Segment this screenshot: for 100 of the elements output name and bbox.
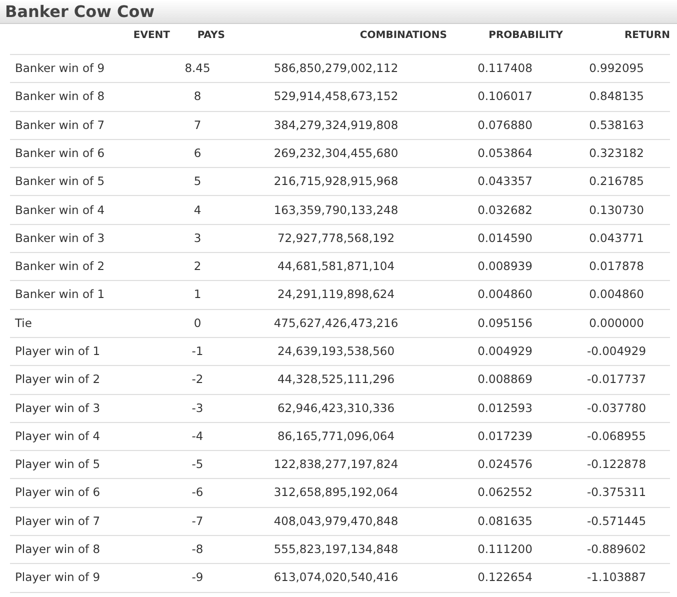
table-cell-text: Banker win of 8 bbox=[15, 88, 105, 106]
table-cell: 0.024576 bbox=[478, 456, 532, 474]
table-cell-text: 24,639,193,538,560 bbox=[277, 342, 395, 360]
table-cell-text: -7 bbox=[192, 512, 204, 530]
table-cell-text: -1 bbox=[192, 342, 204, 360]
table-cell-text: Player win of 1 bbox=[15, 342, 100, 360]
table-cell-text: -0.375311 bbox=[586, 484, 646, 502]
table-cell-text: Banker win of 4 bbox=[15, 202, 105, 218]
table-cell-text: -9 bbox=[192, 569, 204, 586]
table-cell: Banker win of 5 bbox=[15, 173, 105, 190]
table-cell-text: -4 bbox=[192, 428, 204, 445]
table-cell: 7 bbox=[194, 116, 202, 134]
table-cell-text: -1.103887 bbox=[586, 569, 646, 586]
table-cell-text: -0.004929 bbox=[586, 342, 646, 360]
table-cell: -0.037780 bbox=[586, 400, 646, 417]
table-cell: 122,838,277,197,824 bbox=[274, 456, 398, 474]
table-cell-text: Player win of 6 bbox=[15, 484, 100, 502]
table-cell-text: 8 bbox=[194, 88, 202, 106]
table-cell: Tie bbox=[15, 314, 32, 332]
table-cell: 555,823,197,134,848 bbox=[274, 541, 398, 558]
table-cell-text: 0.008869 bbox=[478, 371, 532, 388]
table-cell-text: 0.053864 bbox=[478, 144, 532, 162]
table-cell: 0.095156 bbox=[478, 314, 532, 332]
table-cell: 0.111200 bbox=[478, 541, 532, 558]
table-cell: 384,279,324,919,808 bbox=[274, 116, 398, 134]
table-cell-text: -0.068955 bbox=[586, 428, 646, 445]
table-cell-text: Banker win of 1 bbox=[15, 286, 105, 304]
table-cell: 0.008939 bbox=[478, 258, 532, 276]
table-cell: -0.122878 bbox=[586, 456, 646, 474]
column-header: PROBABILITY bbox=[488, 29, 563, 43]
table-cell-text: -0.017737 bbox=[586, 371, 646, 388]
table-cell-text: Player win of 7 bbox=[15, 512, 100, 530]
table-cell: -8 bbox=[192, 541, 204, 558]
table-cell-text: 1 bbox=[194, 286, 202, 304]
table-cell: 0.076880 bbox=[478, 116, 532, 134]
table-cell: 44,681,581,871,104 bbox=[277, 258, 395, 276]
table-cell-text: 3 bbox=[194, 230, 202, 247]
table-cell: 0.117408 bbox=[478, 60, 532, 78]
table-cell-text: 86,165,771,096,064 bbox=[277, 428, 395, 445]
table-cell-text: 312,658,895,192,064 bbox=[274, 484, 398, 502]
table-cell-text: 72,927,778,568,192 bbox=[277, 230, 395, 247]
table-cell-text: -0.571445 bbox=[586, 512, 646, 530]
table-cell-text: 0.004860 bbox=[478, 286, 532, 304]
table-cell: 0.538163 bbox=[589, 116, 644, 134]
table-cell: 216,715,928,915,968 bbox=[274, 173, 398, 190]
table-cell: 8.45 bbox=[184, 60, 210, 78]
table-cell: 62,946,423,310,336 bbox=[277, 400, 395, 417]
table-cell: 0.992095 bbox=[589, 60, 644, 78]
table-cell: 0.043357 bbox=[478, 173, 532, 190]
table-cell-text: Player win of 4 bbox=[15, 428, 100, 445]
table-cell: 2 bbox=[194, 258, 202, 276]
table-cell: 586,850,279,002,112 bbox=[274, 60, 398, 78]
table-cell-text: 44,328,525,111,296 bbox=[277, 371, 395, 388]
table-cell-text: Banker win of 6 bbox=[15, 144, 105, 162]
table-cell: 0.000000 bbox=[589, 314, 644, 332]
table-cell-text: Player win of 2 bbox=[15, 371, 100, 388]
table-cell: Banker win of 2 bbox=[15, 258, 105, 276]
column-header: RETURN bbox=[624, 29, 670, 43]
table-cell-text: 4 bbox=[194, 202, 202, 218]
table-cell-text: 529,914,458,673,152 bbox=[274, 88, 398, 106]
table-cell-text: 269,232,304,455,680 bbox=[274, 144, 398, 162]
table-cell: 5 bbox=[194, 173, 202, 190]
table-cell-text: 0.032682 bbox=[478, 202, 532, 218]
table-cell-text: Banker win of 3 bbox=[15, 230, 105, 247]
table-cell-text: 0.004929 bbox=[478, 342, 532, 360]
table-cell-text: 0.017239 bbox=[478, 428, 532, 445]
table-cell-text: 0.106017 bbox=[478, 88, 532, 106]
table-cell-text: 0.130730 bbox=[589, 202, 644, 218]
table-cell-text: -6 bbox=[192, 484, 204, 502]
table-cell: 475,627,426,473,216 bbox=[274, 314, 398, 332]
column-header: COMBINATIONS bbox=[360, 29, 447, 43]
table-cell-text: 0.122654 bbox=[478, 569, 532, 586]
table-cell-text: 0.323182 bbox=[589, 144, 644, 162]
table-cell: -3 bbox=[192, 400, 204, 417]
column-header: PAYS bbox=[197, 29, 225, 43]
table-cell-text: 24,291,119,898,624 bbox=[277, 286, 395, 304]
table-cell-text: -2 bbox=[192, 371, 204, 388]
table-cell-text: 0.014590 bbox=[478, 230, 532, 247]
table-cell: Player win of 5 bbox=[15, 456, 100, 474]
table-cell: Player win of 3 bbox=[15, 400, 100, 417]
column-header: EVENT bbox=[133, 29, 170, 43]
table-cell-text: 0.062552 bbox=[478, 484, 532, 502]
table-cell: 0.012593 bbox=[478, 400, 532, 417]
table-cell: -5 bbox=[192, 456, 204, 474]
table-cell: -0.889602 bbox=[586, 541, 646, 558]
table-cell: 0.216785 bbox=[589, 173, 644, 190]
table-cell-text: 613,074,020,540,416 bbox=[274, 569, 398, 586]
table-cell: 0 bbox=[194, 314, 202, 332]
table-cell: Banker win of 7 bbox=[15, 116, 105, 134]
table-cell-text: 0.848135 bbox=[589, 88, 644, 106]
section-title: Banker Cow Cow bbox=[5, 0, 155, 22]
table-cell-text: Player win of 9 bbox=[15, 569, 100, 586]
table-cell-text: 0.081635 bbox=[478, 512, 532, 530]
table-cell-text: 0.043771 bbox=[589, 230, 644, 247]
table-cell: Player win of 8 bbox=[15, 541, 100, 558]
table-cell-text: 0.004860 bbox=[589, 286, 644, 304]
table-cell: Banker win of 9 bbox=[15, 60, 105, 78]
table-cell: 0.017878 bbox=[589, 258, 644, 276]
table-cell-text: 6 bbox=[194, 144, 202, 162]
table-cell-text: 163,359,790,133,248 bbox=[274, 202, 398, 218]
